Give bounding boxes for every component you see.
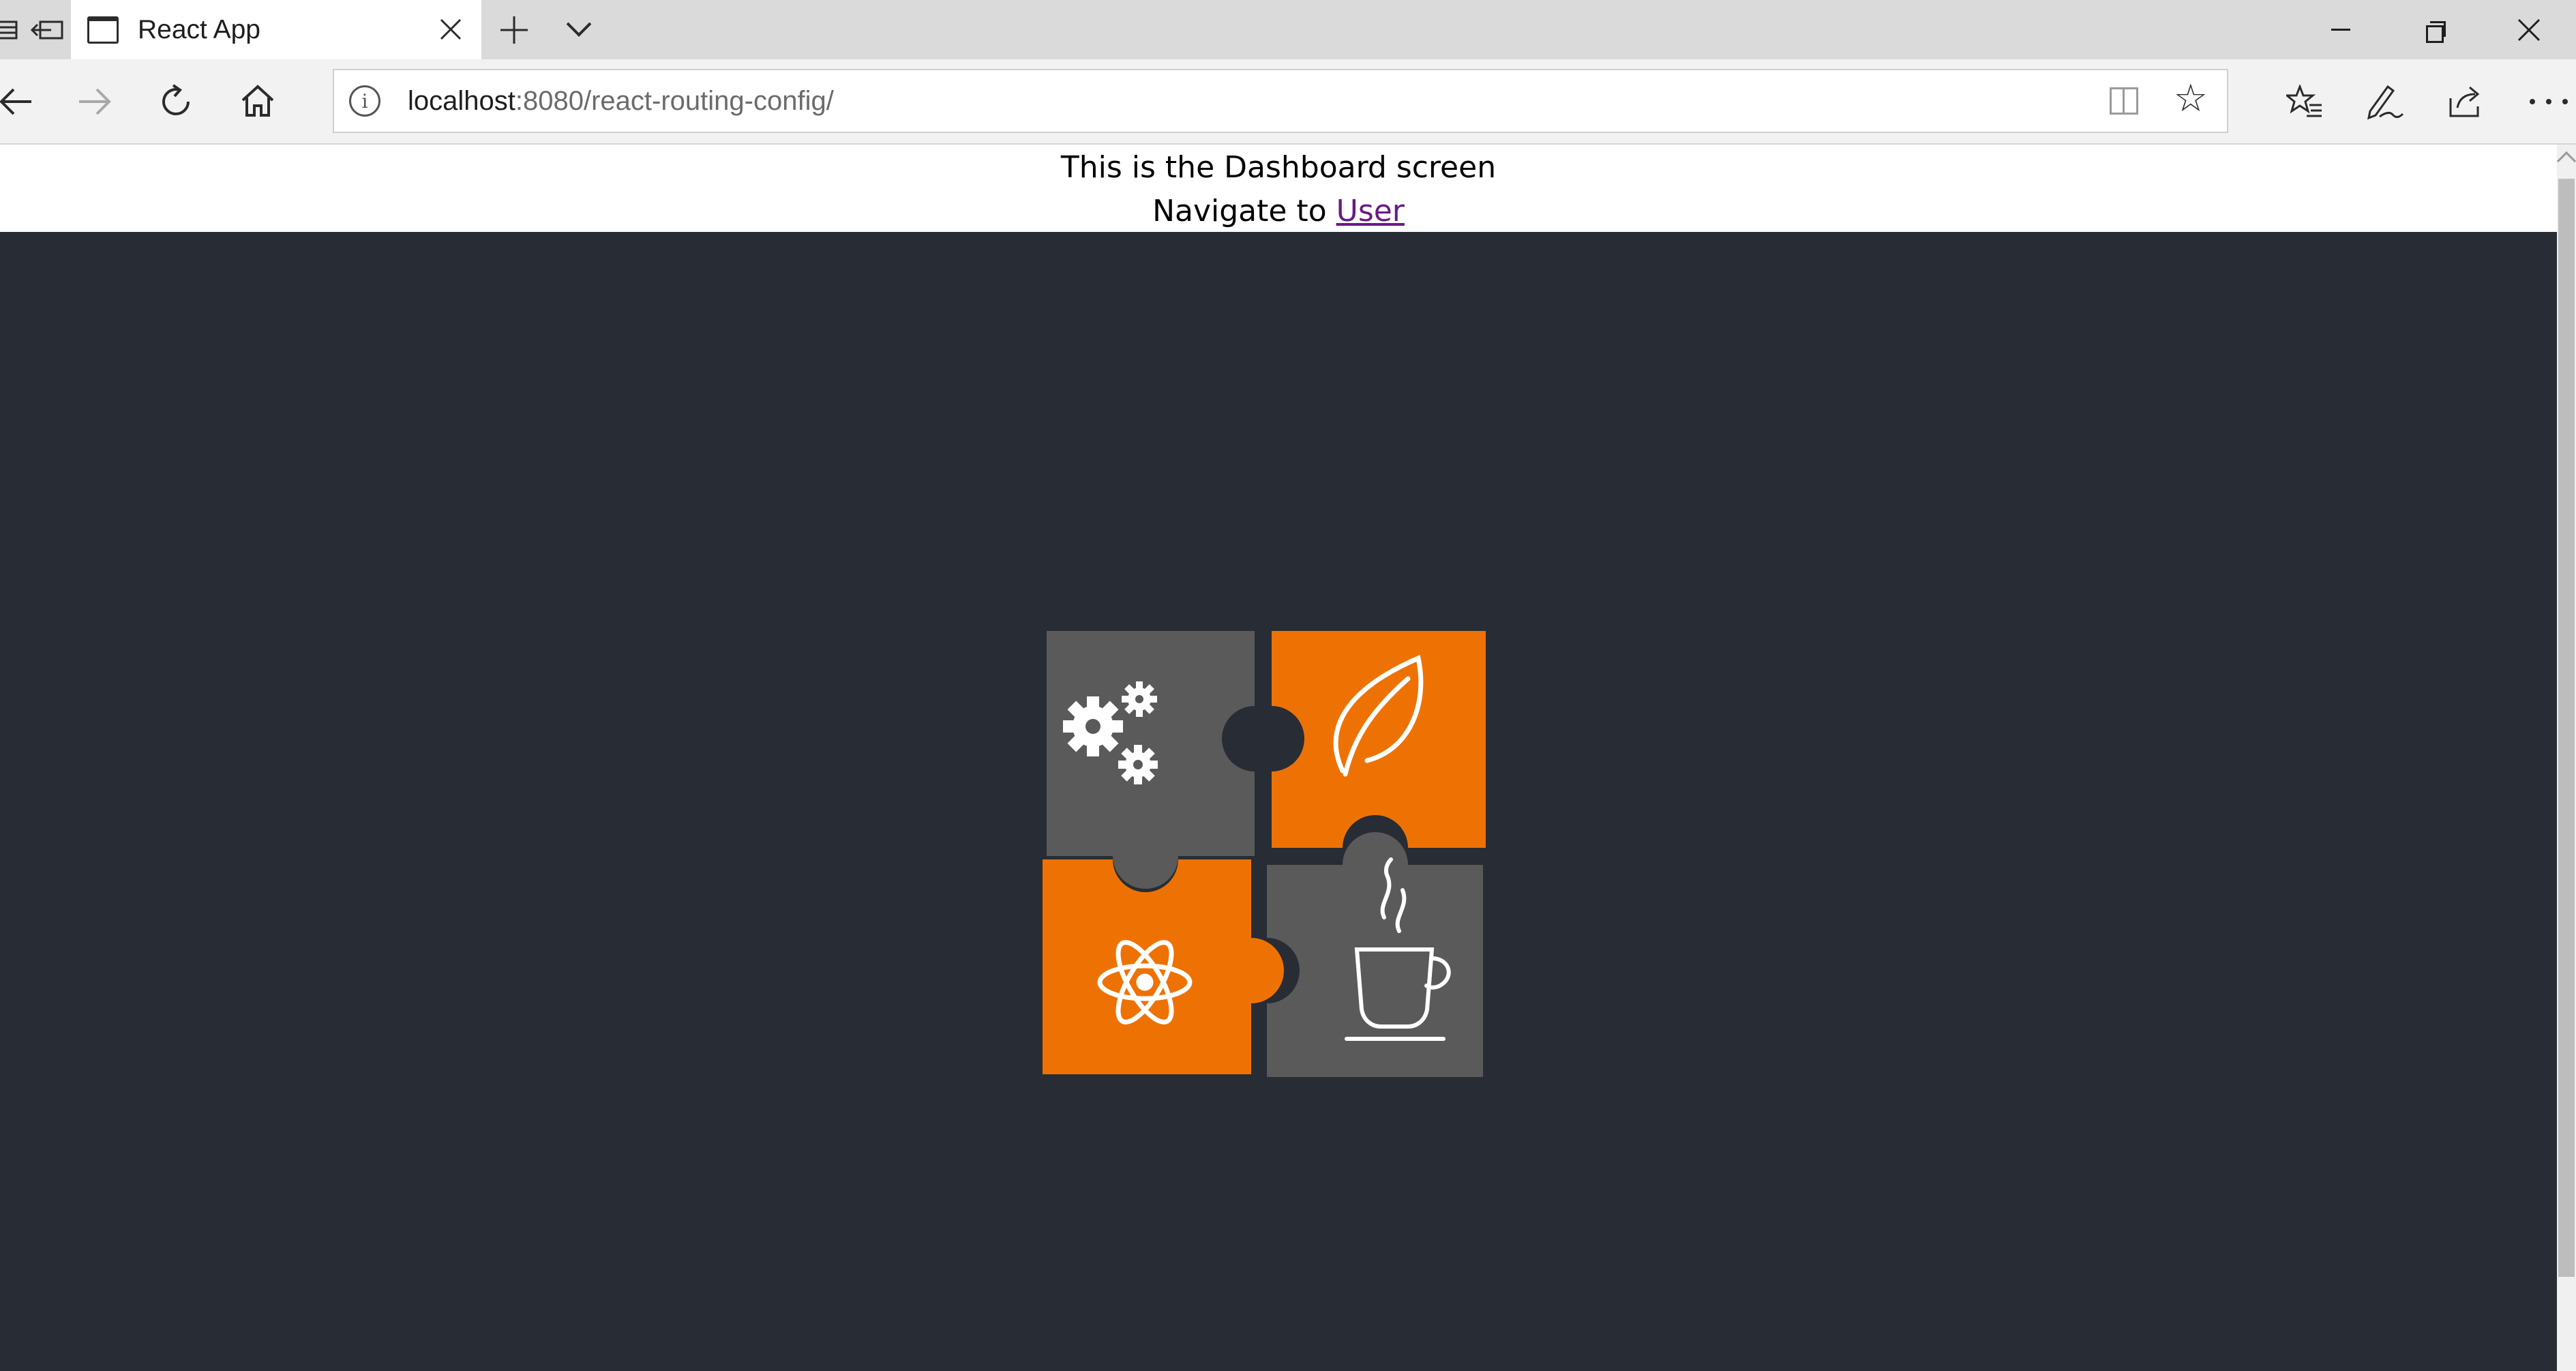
browser-nav-bar: i localhost:8080/react-routing-config/ ☆ bbox=[0, 59, 2576, 145]
share-icon[interactable] bbox=[2440, 76, 2494, 128]
navigate-line: Navigate to User bbox=[0, 194, 2557, 228]
site-info-icon[interactable]: i bbox=[349, 85, 380, 117]
url-text[interactable]: localhost:8080/react-routing-config/ bbox=[408, 70, 834, 132]
close-icon bbox=[2517, 18, 2541, 41]
forward-arrow-icon[interactable] bbox=[68, 76, 120, 128]
restore-button[interactable] bbox=[2388, 0, 2482, 59]
scroll-up-icon[interactable] bbox=[2556, 151, 2576, 171]
close-window-button[interactable] bbox=[2482, 0, 2576, 59]
puzzle-piece-top-right bbox=[1272, 631, 1486, 848]
url-path: :8080/react-routing-config/ bbox=[515, 85, 834, 116]
puzzle-piece-top-left bbox=[1047, 631, 1255, 889]
more-options-icon[interactable] bbox=[2521, 76, 2576, 128]
navigate-prefix: Navigate to bbox=[1152, 194, 1327, 228]
favorite-star-icon[interactable]: ☆ bbox=[2174, 80, 2208, 118]
puzzle-logo bbox=[1043, 631, 1486, 1077]
reading-view-icon[interactable] bbox=[2110, 87, 2138, 115]
page-title: This is the Dashboard screen bbox=[1060, 150, 1497, 185]
set-tabs-aside-icon[interactable] bbox=[27, 0, 68, 59]
refresh-icon[interactable] bbox=[150, 76, 202, 128]
scroll-thumb[interactable] bbox=[2558, 179, 2575, 1277]
home-icon[interactable] bbox=[232, 76, 284, 128]
tab-list-icon[interactable] bbox=[0, 0, 27, 59]
tab-preview-chevron-down-icon[interactable] bbox=[547, 0, 611, 59]
dashboard-header: This is the Dashboard screen Navigate to… bbox=[0, 145, 2557, 232]
favorites-hub-icon[interactable] bbox=[2277, 76, 2332, 128]
address-bar[interactable]: i localhost:8080/react-routing-config/ ☆ bbox=[333, 69, 2228, 133]
url-host: localhost bbox=[408, 85, 515, 116]
close-tab-icon[interactable] bbox=[435, 14, 466, 45]
minimize-icon bbox=[2331, 29, 2350, 31]
new-tab-icon[interactable] bbox=[481, 0, 547, 59]
minimize-button[interactable] bbox=[2294, 0, 2388, 59]
window-controls bbox=[2294, 0, 2576, 59]
browser-tab-bar: React App bbox=[0, 0, 2576, 59]
page-scrollbar[interactable] bbox=[2556, 145, 2576, 1371]
web-note-pen-icon[interactable] bbox=[2358, 76, 2412, 128]
browser-tab-active[interactable]: React App bbox=[71, 0, 481, 59]
back-arrow-icon[interactable] bbox=[0, 76, 42, 128]
page-icon bbox=[87, 16, 119, 44]
tab-title: React App bbox=[138, 14, 260, 44]
user-link[interactable]: User bbox=[1336, 194, 1405, 228]
restore-icon bbox=[2426, 20, 2446, 43]
